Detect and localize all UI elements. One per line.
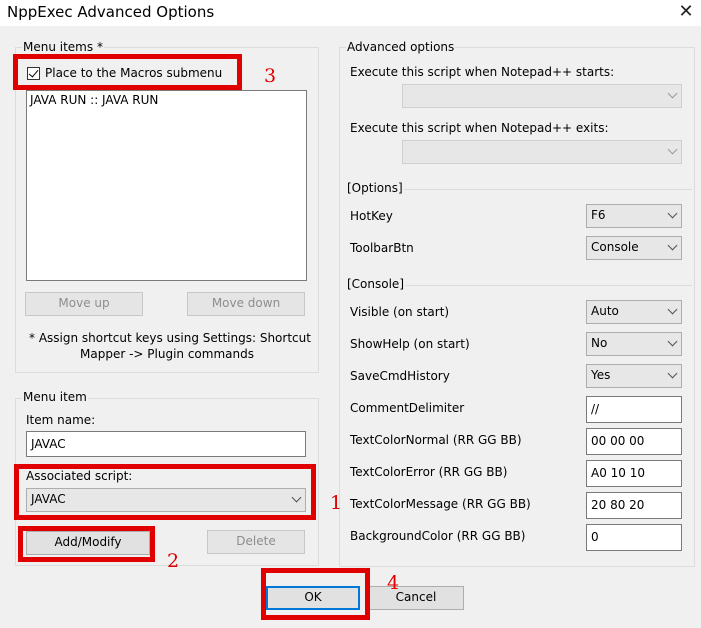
start-script-select[interactable] [402, 84, 682, 108]
item-name-input[interactable]: JAVAC [26, 431, 306, 457]
exit-script-select[interactable] [402, 140, 682, 164]
shortcut-note-line1: * Assign shortcut keys using Settings: S… [29, 331, 311, 345]
menu-item-group-title: Menu item [22, 390, 88, 404]
annotation-number-4: 4 [387, 572, 400, 594]
toolbar-button-value: Console [591, 240, 639, 254]
chevron-down-icon [667, 336, 678, 347]
window-title: NppExec Advanced Options [7, 3, 215, 21]
chevron-down-icon [667, 240, 678, 251]
text-color-error-label: TextColorError (RR GG BB) [350, 465, 508, 479]
advanced-options-title: Advanced options [346, 40, 456, 54]
toolbar-button-select[interactable]: Console [586, 236, 682, 260]
shortcut-note-line2: Mapper -> Plugin commands [80, 347, 254, 361]
text-color-normal-input[interactable]: 00 00 00 [586, 428, 682, 455]
annotation-number-3: 3 [264, 65, 277, 87]
chevron-down-icon [667, 304, 678, 315]
annotation-box-1 [14, 464, 316, 520]
chevron-down-icon [667, 88, 678, 99]
background-color-label: BackgroundColor (RR GG BB) [350, 529, 526, 543]
showhelp-select[interactable]: No [586, 332, 682, 356]
hotkey-label: HotKey [350, 209, 393, 223]
text-color-message-input[interactable]: 20 80 20 [586, 492, 682, 519]
menu-items-list[interactable] [26, 90, 307, 281]
visible-value: Auto [591, 304, 619, 318]
menu-items-group-title: Menu items * [22, 40, 104, 54]
toolbar-button-label: ToolbarBtn [350, 241, 414, 255]
move-up-button[interactable]: Move up [25, 292, 143, 316]
annotation-box-4 [261, 568, 370, 620]
options-section-title: [Options] [346, 181, 404, 195]
chevron-down-icon [667, 208, 678, 219]
showhelp-label: ShowHelp (on start) [350, 337, 470, 351]
cancel-button[interactable]: Cancel [368, 586, 464, 610]
start-script-label: Execute this script when Notepad++ start… [350, 65, 615, 79]
hotkey-value: F6 [591, 208, 606, 222]
savecmd-value: Yes [591, 368, 611, 382]
close-icon[interactable]: ✕ [677, 2, 695, 22]
annotation-box-3 [13, 54, 242, 90]
savecmd-select[interactable]: Yes [586, 364, 682, 388]
annotation-number-1: 1 [330, 492, 343, 514]
exit-script-label: Execute this script when Notepad++ exits… [350, 121, 609, 135]
move-down-button[interactable]: Move down [187, 292, 305, 316]
hotkey-select[interactable]: F6 [586, 204, 682, 228]
background-color-input[interactable]: 0 [586, 524, 682, 551]
console-section-title: [Console] [346, 277, 405, 291]
chevron-down-icon [667, 368, 678, 379]
text-color-normal-label: TextColorNormal (RR GG BB) [350, 433, 522, 447]
chevron-down-icon [667, 144, 678, 155]
visible-select[interactable]: Auto [586, 300, 682, 324]
annotation-number-2: 2 [167, 550, 180, 572]
showhelp-value: No [591, 336, 608, 350]
list-item[interactable]: JAVA RUN :: JAVA RUN [30, 93, 158, 107]
comment-delimiter-label: CommentDelimiter [350, 401, 465, 415]
visible-label: Visible (on start) [350, 305, 450, 319]
delete-button[interactable]: Delete [207, 530, 305, 554]
item-name-label: Item name: [26, 413, 96, 427]
annotation-box-2 [18, 526, 155, 562]
comment-delimiter-input[interactable]: // [586, 396, 682, 423]
savecmd-label: SaveCmdHistory [350, 369, 450, 383]
text-color-message-label: TextColorMessage (RR GG BB) [350, 497, 531, 511]
text-color-error-input[interactable]: A0 10 10 [586, 460, 682, 487]
